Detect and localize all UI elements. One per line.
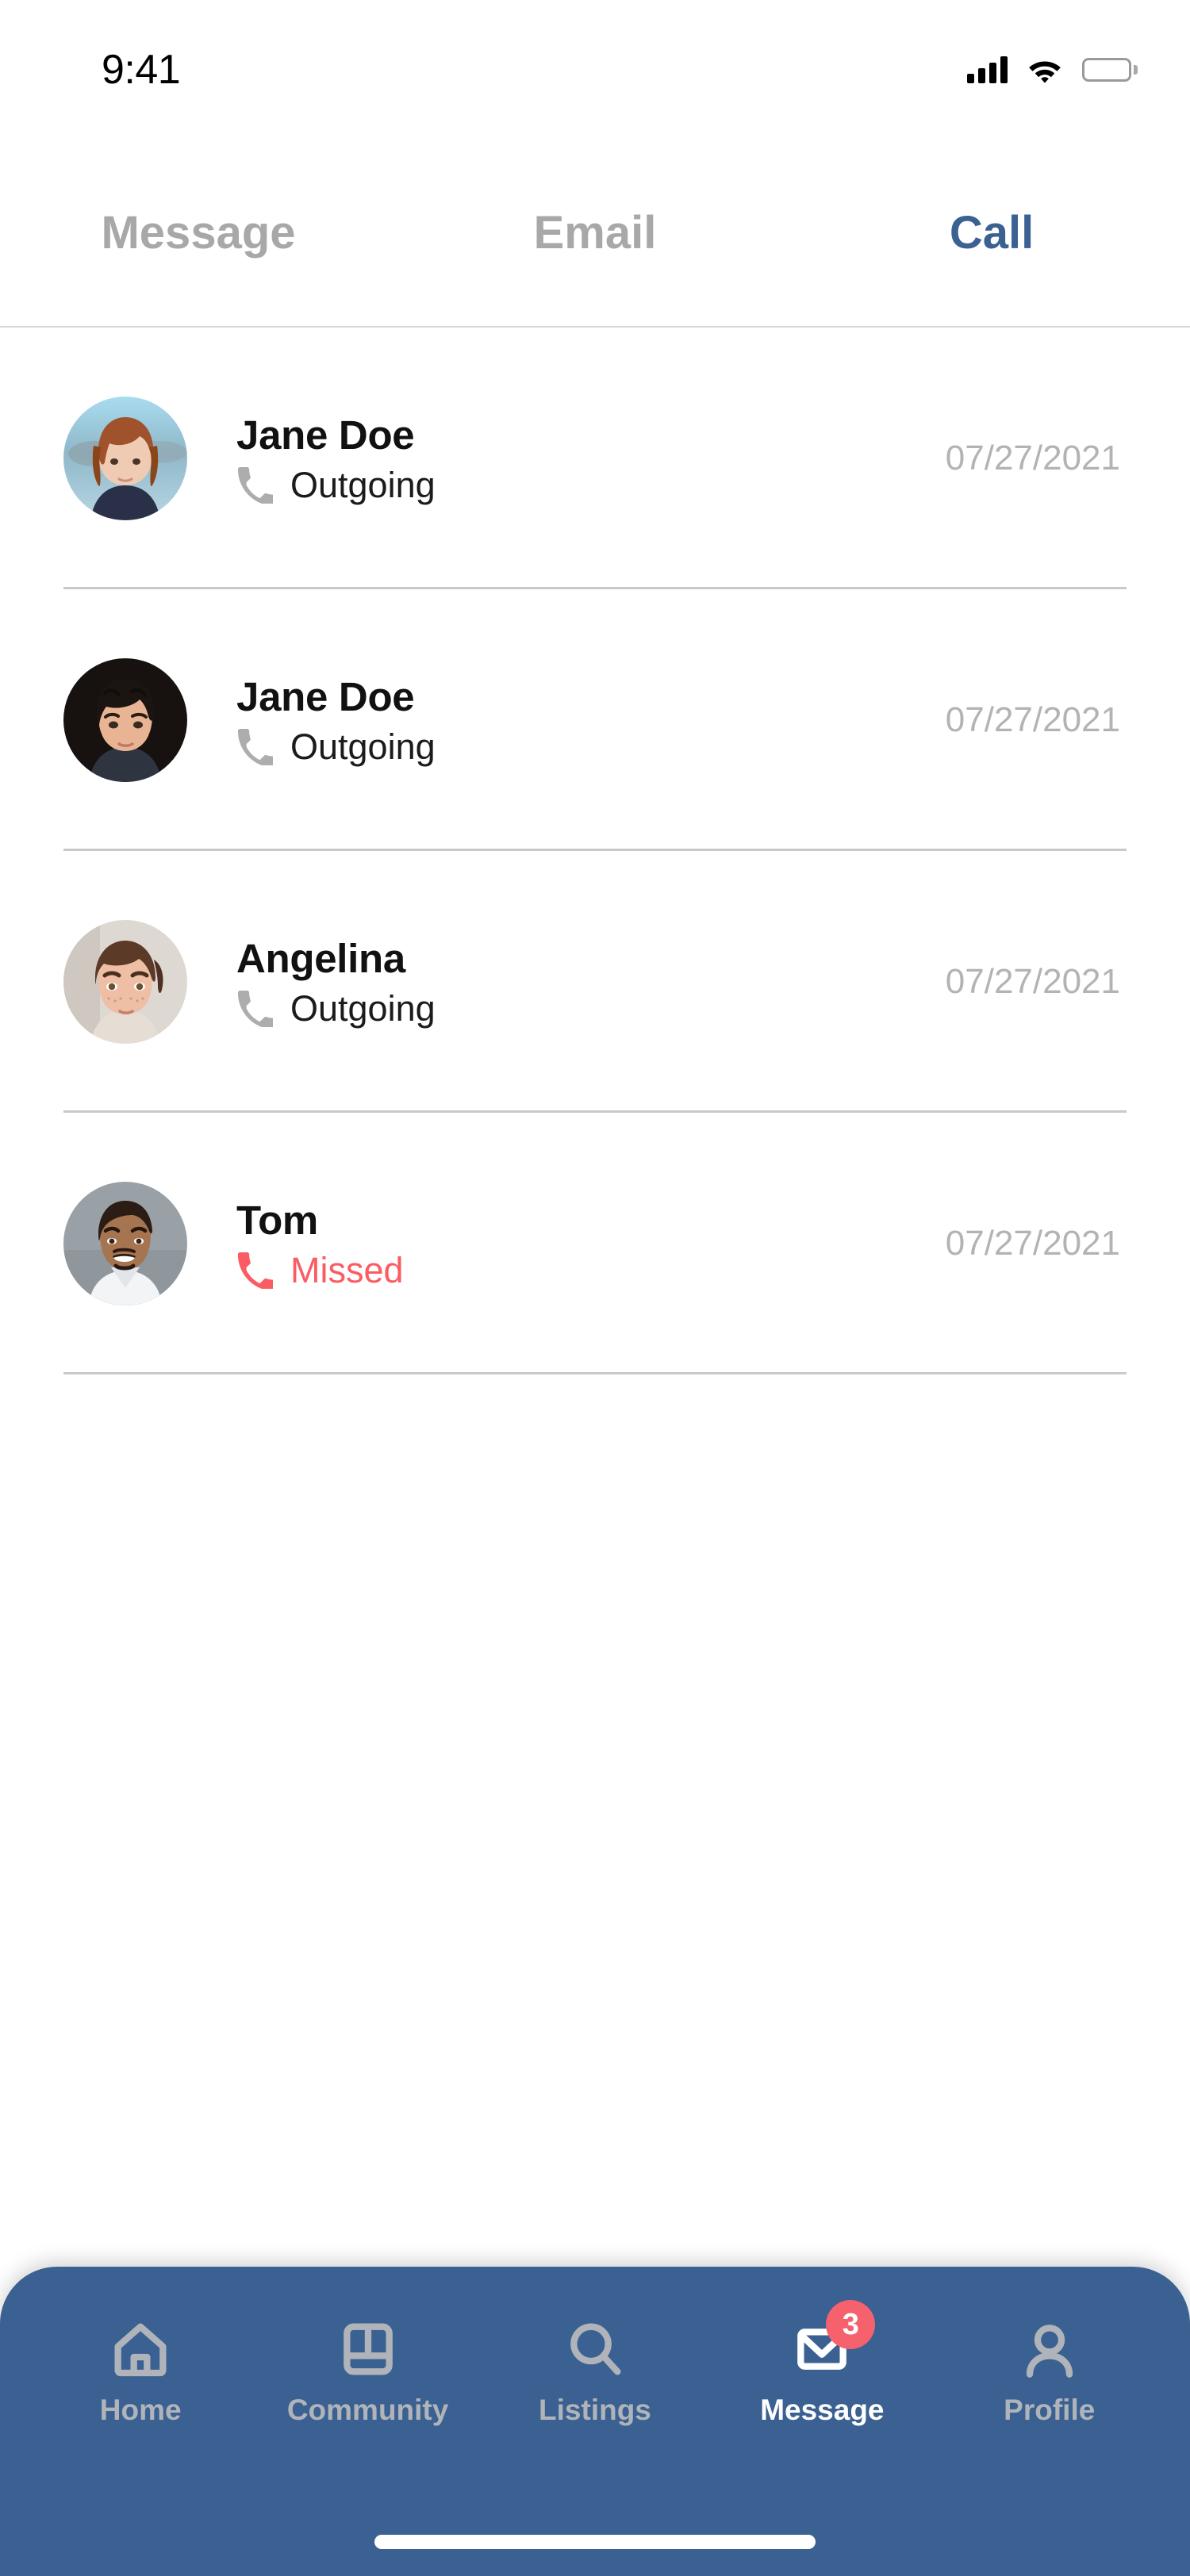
call-status-text: Outgoing <box>290 465 436 506</box>
person-icon <box>1018 2317 1081 2381</box>
avatar <box>63 397 187 520</box>
nav-item-profile[interactable]: Profile <box>958 2317 1141 2425</box>
nav-label: Community <box>286 2394 449 2426</box>
nav-label: Home <box>99 2394 182 2426</box>
nav-label: Message <box>760 2394 885 2426</box>
battery-full-icon <box>1082 58 1138 82</box>
bottom-navigation-bar: Home Community Listings 3 Message Profil… <box>0 2267 1190 2576</box>
book-icon <box>336 2317 400 2381</box>
top-tab-bar: Message Email Call <box>0 140 1190 328</box>
avatar <box>63 658 187 782</box>
nav-item-message[interactable]: 3 Message <box>731 2300 913 2426</box>
status-badge: 3 <box>826 2300 876 2349</box>
table-row[interactable]: Angelina Outgoing 07/27/2021 <box>0 851 1190 1113</box>
home-indicator-bar <box>374 2535 816 2549</box>
home-icon <box>109 2317 172 2381</box>
avatar <box>63 920 187 1044</box>
call-status-text: Outgoing <box>290 726 436 768</box>
table-row[interactable]: Jane Doe Outgoing 07/27/2021 <box>0 589 1190 851</box>
phone-icon <box>236 466 273 504</box>
tab-message[interactable]: Message <box>0 209 397 256</box>
row-content: Jane Doe Outgoing <box>236 412 946 506</box>
phone-icon <box>236 728 273 765</box>
call-date: 07/27/2021 <box>945 439 1120 477</box>
phone-icon <box>236 990 273 1027</box>
nav-item-community[interactable]: Community <box>277 2317 459 2425</box>
call-status: Outgoing <box>236 465 946 506</box>
nav-item-listings[interactable]: Listings <box>504 2317 686 2425</box>
tab-email[interactable]: Email <box>397 209 793 256</box>
call-status-text: Outgoing <box>290 988 436 1029</box>
nav-item-home[interactable]: Home <box>49 2317 232 2425</box>
phone-icon <box>236 1252 273 1289</box>
table-row[interactable]: Jane Doe Outgoing 07/27/2021 <box>0 328 1190 589</box>
avatar <box>63 1182 187 1305</box>
call-date: 07/27/2021 <box>945 962 1120 1001</box>
status-bar: 9:41 <box>0 0 1190 140</box>
row-content: Jane Doe Outgoing <box>236 675 946 765</box>
call-status: Outgoing <box>236 726 946 768</box>
mobile-app-screen: 9:41 Message Email Call Jane Doe Outgoin… <box>0 0 1190 2576</box>
wifi-icon <box>1027 56 1063 83</box>
contact-name: Jane Doe <box>236 412 415 458</box>
row-content: Angelina Outgoing <box>236 936 946 1029</box>
bottom-nav-items: Home Community Listings 3 Message Profil… <box>0 2267 1190 2535</box>
home-indicator[interactable] <box>0 2535 1190 2576</box>
call-status-text: Missed <box>290 1250 404 1291</box>
status-bar-time: 9:41 <box>102 47 181 93</box>
call-status: Missed <box>236 1252 946 1289</box>
call-status: Outgoing <box>236 988 946 1029</box>
contact-name: Jane Doe <box>236 674 415 720</box>
contact-name: Tom <box>236 1198 318 1244</box>
nav-label: Profile <box>1004 2394 1096 2426</box>
status-bar-icons <box>967 56 1138 83</box>
call-history-list: Jane Doe Outgoing 07/27/2021 Jane Doe Ou… <box>0 328 1190 1976</box>
nav-label: Listings <box>539 2394 651 2426</box>
cellular-signal-icon <box>967 56 1008 83</box>
table-row[interactable]: Tom Missed 07/27/2021 <box>0 1113 1190 1374</box>
search-icon <box>563 2317 627 2381</box>
call-date: 07/27/2021 <box>945 700 1120 739</box>
row-content: Tom Missed <box>236 1198 946 1289</box>
call-date: 07/27/2021 <box>945 1224 1120 1263</box>
contact-name: Angelina <box>236 936 405 982</box>
tab-call[interactable]: Call <box>793 209 1190 256</box>
